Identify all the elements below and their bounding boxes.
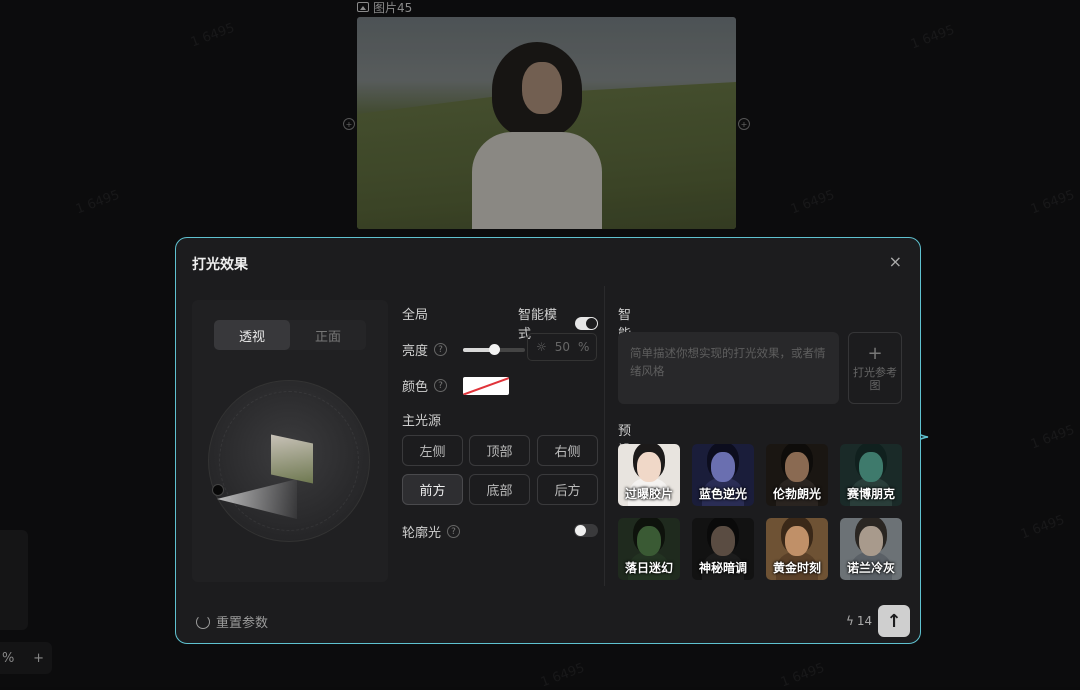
- preset-label: 诺兰冷灰: [846, 561, 895, 575]
- credit-count: ϟ 14: [846, 614, 872, 628]
- tab-perspective[interactable]: 透视: [214, 320, 290, 350]
- left-resize-handle[interactable]: +: [343, 118, 355, 130]
- preset-label: 神秘暗调: [698, 561, 747, 575]
- tab-front[interactable]: 正面: [290, 320, 366, 350]
- preset-label: 黄金时刻: [772, 561, 821, 575]
- brightness-input[interactable]: ☼ 50 %: [527, 333, 597, 361]
- preset-label: 蓝色逆光: [698, 487, 747, 501]
- main-light-label: 主光源: [402, 414, 442, 429]
- brightness-slider-handle[interactable]: [489, 343, 501, 355]
- lightning-icon: ϟ: [846, 614, 854, 628]
- divider: [604, 286, 605, 586]
- preset-label: 过曝胶片: [624, 487, 673, 501]
- direction-left-button[interactable]: 左侧: [402, 435, 463, 466]
- direction-back-button[interactable]: 后方: [537, 474, 598, 505]
- direction-bottom-button[interactable]: 底部: [469, 474, 530, 505]
- view-toggle: 透视 正面: [214, 320, 366, 350]
- preset-label: 伦勃朗光: [772, 487, 821, 501]
- preset-tile[interactable]: 诺兰冷灰: [840, 518, 902, 580]
- help-icon[interactable]: ?: [447, 525, 461, 538]
- brightness-label: 亮度: [402, 344, 429, 359]
- global-heading: 全局: [402, 308, 429, 323]
- image-icon: [357, 2, 369, 12]
- reset-button[interactable]: 重置参数: [196, 612, 268, 631]
- plus-icon: +: [867, 342, 883, 364]
- reference-image-button[interactable]: + 打光参考图: [848, 332, 902, 404]
- preset-tile[interactable]: 落日迷幻: [618, 518, 680, 580]
- right-resize-handle[interactable]: +: [738, 118, 750, 130]
- rim-light-switch[interactable]: [574, 524, 598, 537]
- smart-mode-switch[interactable]: [575, 316, 598, 330]
- close-icon[interactable]: ×: [889, 252, 902, 271]
- lighting-prompt-input[interactable]: 简单描述你想实现的打光效果，或者情绪风格: [618, 332, 839, 404]
- preset-tile[interactable]: 过曝胶片: [618, 444, 680, 506]
- preset-tile[interactable]: 伦勃朗光: [766, 444, 828, 506]
- image-label[interactable]: 图片45: [357, 0, 413, 15]
- preset-tile[interactable]: 黄金时刻: [766, 518, 828, 580]
- side-panel[interactable]: [0, 530, 28, 630]
- preset-tile[interactable]: 蓝色逆光: [692, 444, 754, 506]
- brightness-slider[interactable]: [463, 343, 526, 355]
- send-button[interactable]: ↑: [878, 605, 910, 637]
- canvas-image[interactable]: [357, 17, 736, 229]
- credit-value: 14: [856, 614, 873, 628]
- zoom-control[interactable]: % +: [0, 642, 52, 674]
- lighting-dialog: 打光效果 × 透视 正面 全局 智能模式 亮度 ? ☼ 50 % 颜色 ? 主光…: [175, 237, 921, 644]
- preset-tile[interactable]: 神秘暗调: [692, 518, 754, 580]
- brightness-unit: %: [578, 340, 590, 354]
- preset-label: 落日迷幻: [624, 561, 673, 575]
- direction-front-button[interactable]: 前方: [402, 474, 463, 505]
- reference-image-label: 打光参考图: [853, 365, 897, 392]
- color-label: 颜色: [402, 380, 429, 395]
- color-swatch[interactable]: [463, 376, 510, 395]
- brightness-value: 50: [554, 340, 571, 354]
- help-icon[interactable]: ?: [434, 343, 448, 356]
- direction-top-button[interactable]: 顶部: [469, 435, 530, 466]
- image-label-text: 图片45: [373, 0, 413, 15]
- zoom-in-button[interactable]: +: [33, 651, 44, 666]
- direction-right-button[interactable]: 右侧: [537, 435, 598, 466]
- zoom-value: %: [2, 650, 15, 666]
- sun-icon: ☼: [536, 340, 547, 354]
- rim-light-label: 轮廓光: [402, 526, 442, 541]
- light-sphere[interactable]: [208, 380, 370, 542]
- light-source-handle[interactable]: [212, 484, 224, 496]
- light-direction-preview: 透视 正面: [192, 300, 388, 582]
- reset-icon: [196, 614, 210, 629]
- dialog-title: 打光效果: [192, 257, 248, 273]
- preset-tile[interactable]: 赛博朋克: [840, 444, 902, 506]
- preset-label: 赛博朋克: [846, 487, 895, 501]
- help-icon[interactable]: ?: [434, 379, 448, 392]
- reset-label: 重置参数: [216, 616, 269, 631]
